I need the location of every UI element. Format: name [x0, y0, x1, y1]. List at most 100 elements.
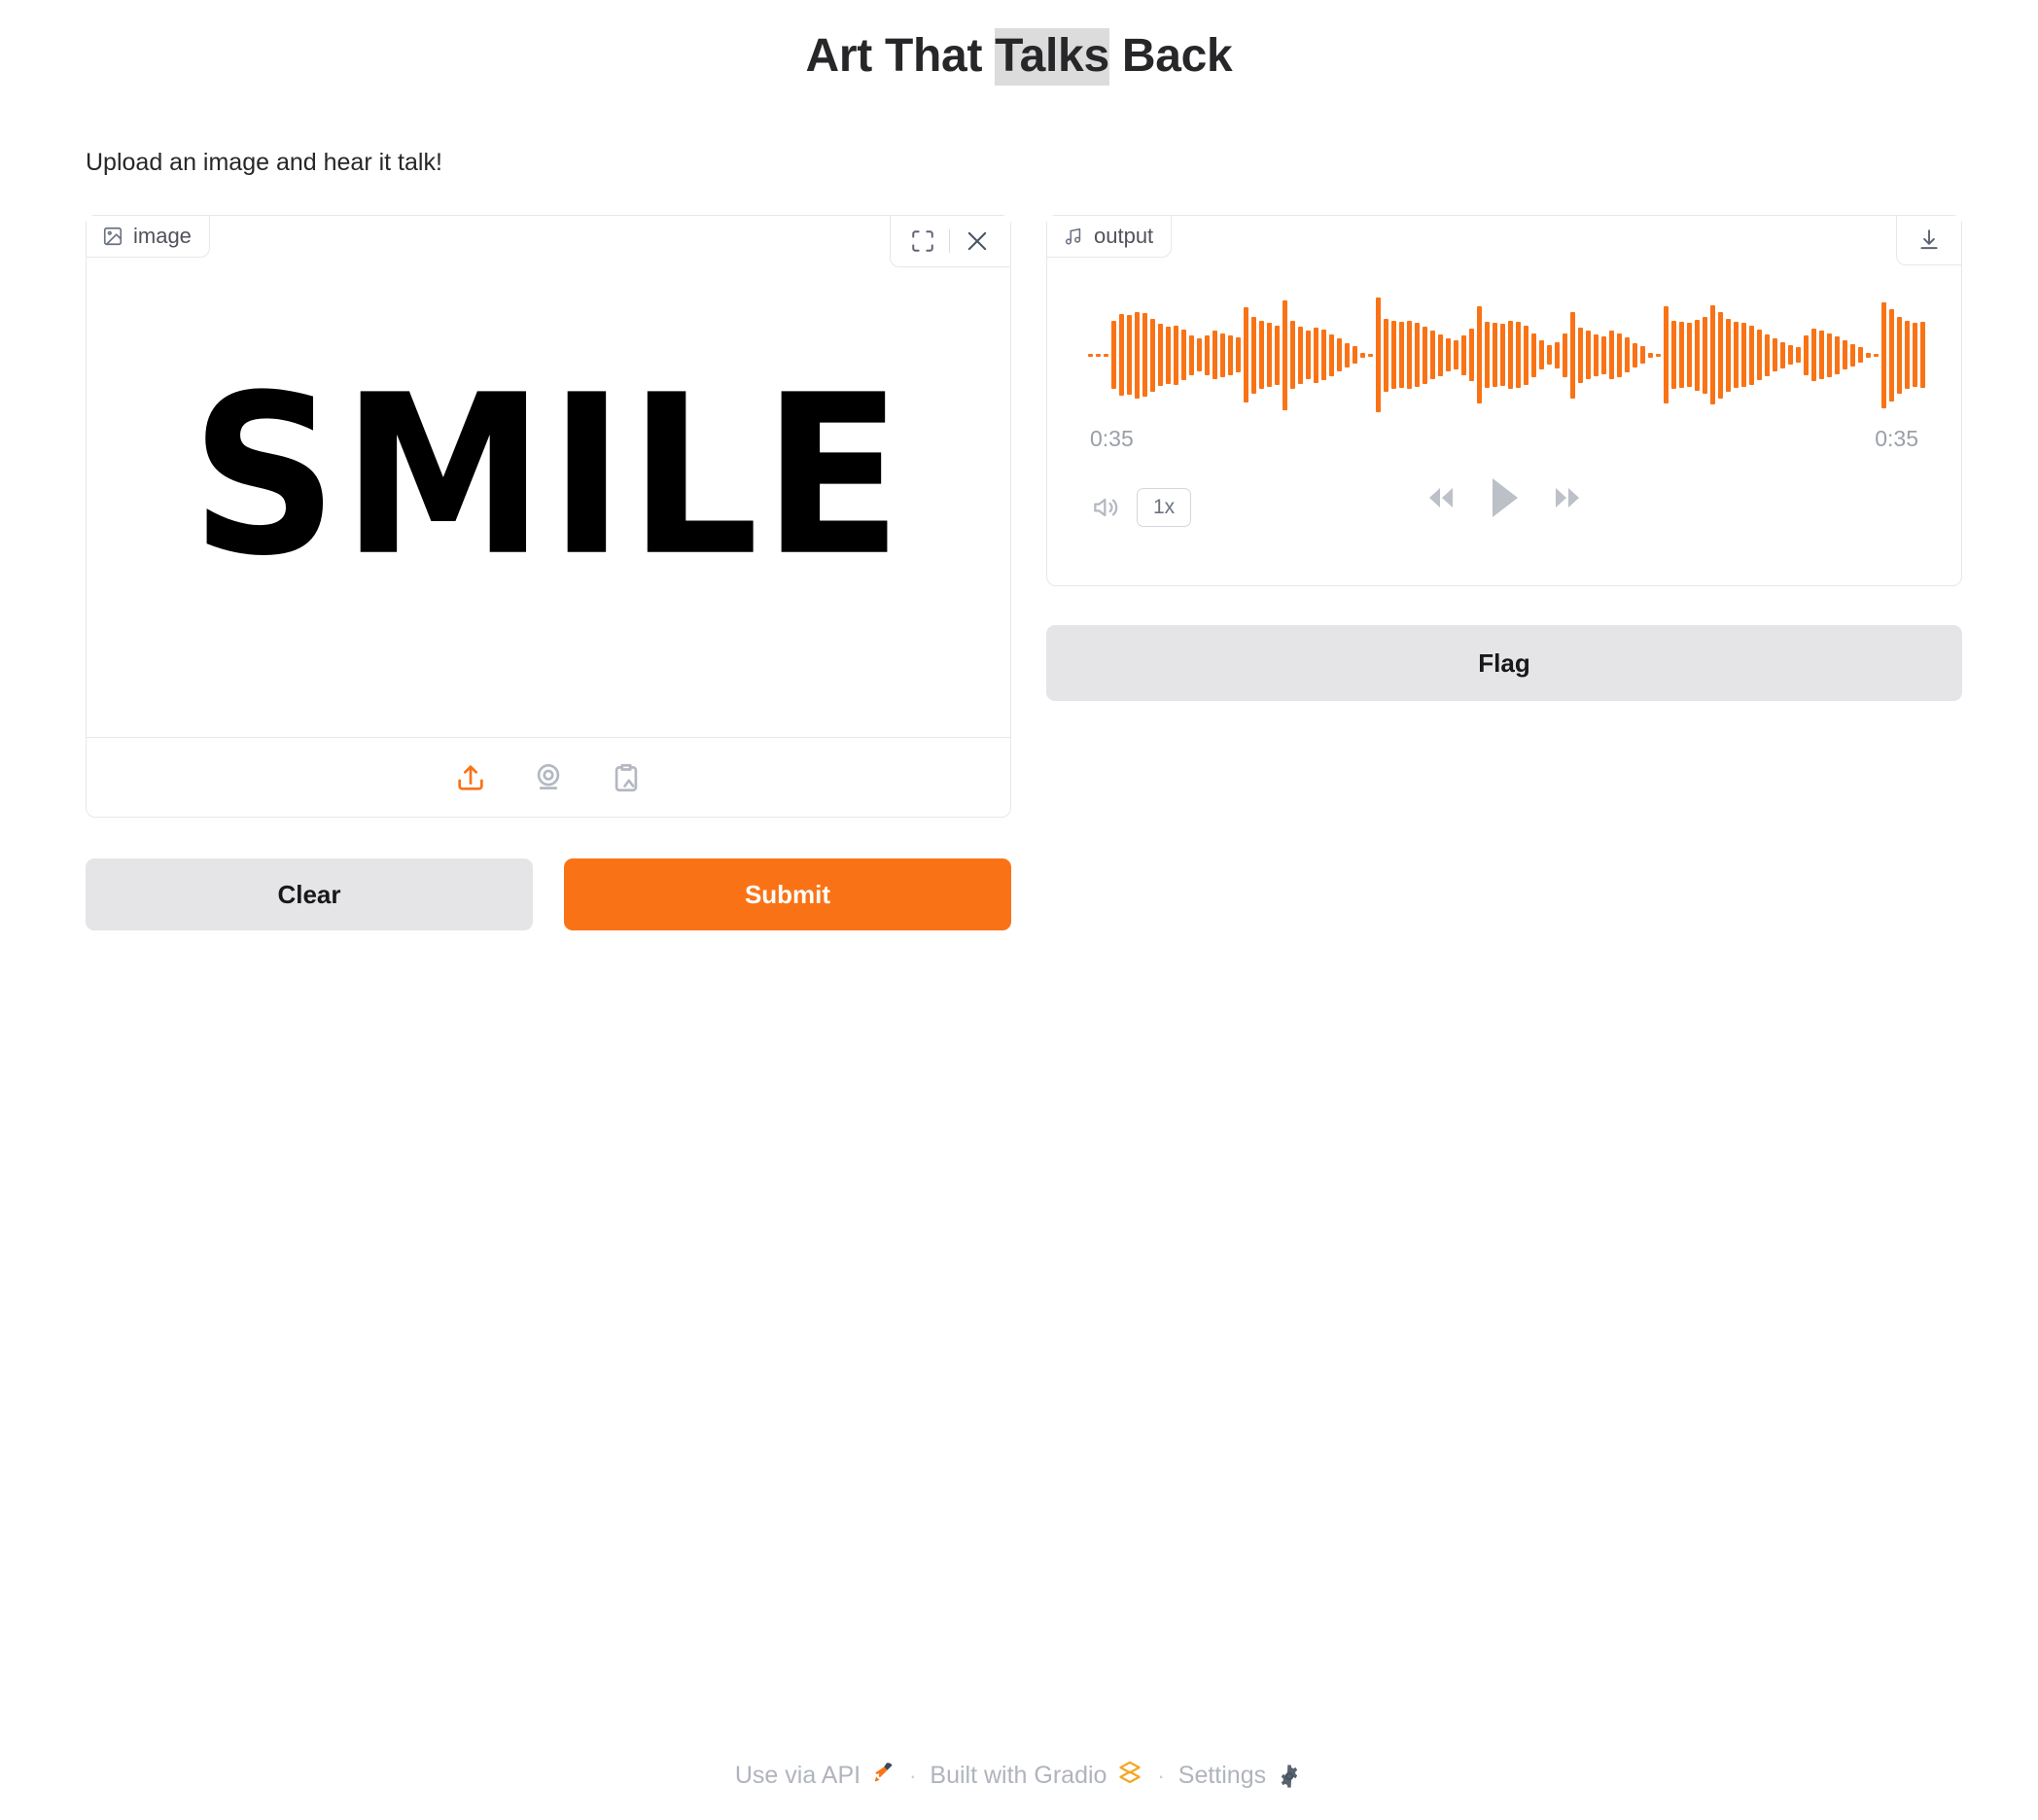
audio-waveform[interactable] — [1080, 292, 1928, 418]
gradio-logo-icon — [1116, 1759, 1143, 1793]
image-icon — [102, 226, 123, 247]
audio-transport-controls — [1421, 475, 1588, 520]
rewind-icon[interactable] — [1421, 482, 1461, 513]
footer-separator-1: · — [909, 1763, 917, 1788]
audio-player: 0:35 0:35 1x — [1047, 216, 1961, 585]
waveform-bar — [1469, 329, 1474, 381]
waveform-bar — [1415, 323, 1420, 387]
waveform-bar — [1251, 316, 1256, 394]
waveform-bar — [1267, 323, 1272, 387]
waveform-bar — [1111, 321, 1116, 389]
waveform-bar — [1197, 338, 1202, 371]
waveform-bar — [1096, 353, 1101, 357]
waveform-bar — [1656, 353, 1661, 357]
waveform-bar — [1874, 353, 1879, 357]
audio-corner-tools — [1896, 216, 1961, 265]
waveform-bar — [1570, 311, 1575, 399]
waveform-bar — [1617, 332, 1622, 377]
audio-controls-left: 1x — [1090, 488, 1192, 527]
waveform-bar — [1298, 326, 1303, 384]
fast-forward-icon[interactable] — [1547, 482, 1588, 513]
waveform-bar — [1718, 311, 1723, 399]
waveform-bar — [1228, 334, 1233, 375]
audio-output-block[interactable]: output 0:35 0:35 1x — [1046, 215, 1962, 586]
waveform-bar — [1788, 345, 1793, 365]
waveform-bar — [1360, 352, 1365, 358]
waveform-bar — [1391, 321, 1396, 389]
waveform-bar — [1866, 352, 1871, 358]
submit-button[interactable]: Submit — [564, 858, 1011, 930]
waveform-bar — [1345, 342, 1350, 368]
image-corner-tools — [890, 216, 1010, 267]
waveform-bar — [1897, 316, 1902, 394]
waveform-bar — [1811, 329, 1816, 381]
waveform-bar — [1578, 327, 1583, 383]
use-via-api-label: Use via API — [734, 1762, 861, 1789]
waveform-bar — [1337, 338, 1342, 371]
audio-time-row: 0:35 0:35 — [1080, 418, 1928, 452]
close-icon[interactable] — [958, 226, 997, 257]
waveform-bar — [1127, 315, 1132, 395]
waveform-bar — [1142, 313, 1147, 397]
waveform-bar — [1796, 347, 1801, 363]
waveform-bar — [1306, 331, 1311, 379]
upload-icon[interactable] — [449, 756, 492, 799]
page-title: Art That Talks Back — [806, 27, 1233, 86]
gear-icon — [1276, 1763, 1303, 1790]
waveform-bar — [1212, 331, 1217, 379]
waveform-bar — [1353, 346, 1357, 364]
settings-link[interactable]: Settings — [1178, 1762, 1303, 1790]
waveform-bar — [1119, 314, 1124, 396]
waveform-bar — [1376, 298, 1381, 412]
waveform-bar — [1150, 318, 1155, 392]
main-columns: image SMILE Clear Submit output 0:35 0:3… — [86, 215, 1962, 930]
clear-button[interactable]: Clear — [86, 858, 533, 930]
waveform-bar — [1407, 321, 1412, 389]
waveform-bar — [1446, 338, 1451, 371]
audio-block-label: output — [1047, 216, 1173, 258]
built-with-gradio-link[interactable]: Built with Gradio — [930, 1759, 1143, 1793]
volume-icon[interactable] — [1090, 492, 1121, 523]
output-column: output 0:35 0:35 1x Flag — [1046, 215, 1962, 701]
audio-controls: 1x — [1080, 452, 1928, 540]
waveform-bar — [1858, 347, 1863, 363]
waveform-bar — [1477, 306, 1482, 403]
waveform-bar — [1913, 323, 1917, 387]
waveform-bar — [1640, 346, 1645, 364]
flag-button[interactable]: Flag — [1046, 625, 1962, 701]
audio-total-time: 0:35 — [1875, 426, 1918, 451]
waveform-bar — [1804, 334, 1809, 375]
page-description: Upload an image and hear it talk! — [86, 149, 442, 176]
waveform-bar — [1594, 333, 1599, 376]
webcam-icon[interactable] — [527, 756, 570, 799]
waveform-bar — [1905, 321, 1910, 389]
waveform-bar — [1259, 321, 1264, 389]
waveform-bar — [1920, 322, 1925, 388]
playback-speed-button[interactable]: 1x — [1137, 488, 1192, 527]
image-input-block[interactable]: image SMILE — [86, 215, 1011, 818]
waveform-bar — [1734, 322, 1739, 388]
waveform-bar — [1741, 323, 1746, 387]
play-icon[interactable] — [1487, 475, 1522, 520]
use-via-api-link[interactable]: Use via API — [735, 1760, 896, 1792]
fullscreen-icon[interactable] — [904, 227, 941, 256]
waveform-bar — [1765, 333, 1770, 376]
footer: Use via API · Built with Gradio · Settin… — [0, 1759, 2038, 1793]
waveform-bar — [1314, 327, 1318, 383]
download-icon[interactable] — [1911, 226, 1948, 255]
waveform-bar — [1757, 330, 1762, 380]
waveform-bar — [1687, 323, 1692, 387]
waveform-bar — [1454, 340, 1458, 369]
waveform-bar — [1835, 335, 1840, 374]
waveform-bar — [1290, 321, 1295, 389]
waveform-bar — [1166, 326, 1171, 384]
clipboard-image-icon[interactable] — [605, 756, 648, 799]
waveform-bar — [1843, 340, 1847, 369]
waveform-bar — [1368, 353, 1373, 357]
waveform-bar — [1205, 334, 1210, 375]
waveform-bar — [1189, 334, 1194, 375]
waveform-bar — [1780, 341, 1785, 368]
image-preview-canvas[interactable]: SMILE — [87, 216, 1010, 737]
audio-current-time: 0:35 — [1090, 426, 1134, 451]
input-column: image SMILE Clear Submit — [86, 215, 1011, 930]
